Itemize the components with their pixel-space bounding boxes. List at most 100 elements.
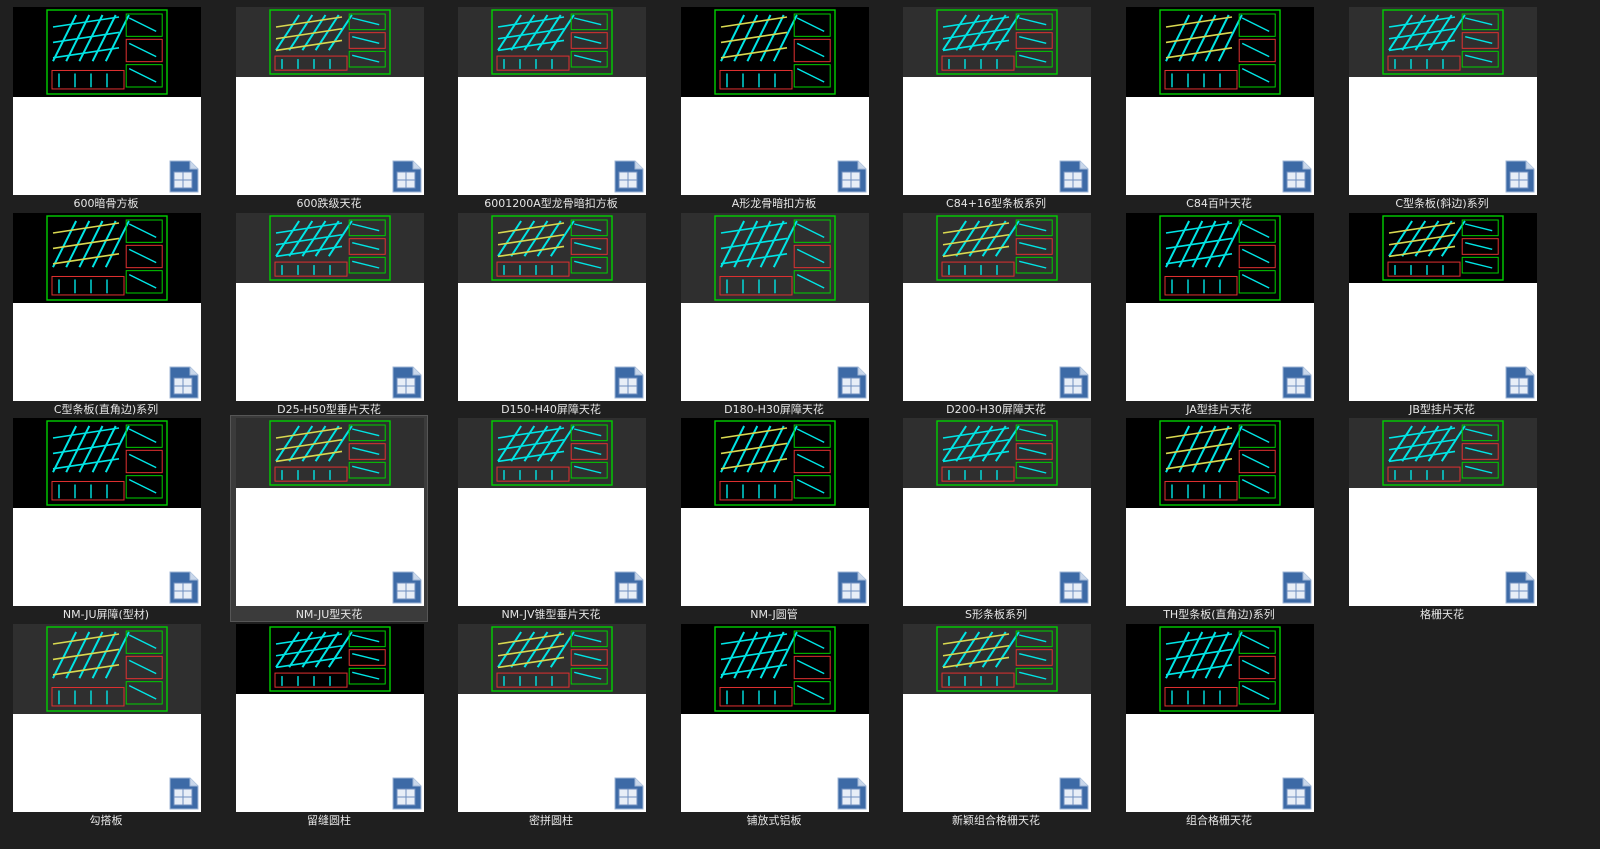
file-thumbnail <box>903 7 1091 195</box>
file-tile[interactable]: JB型挂片天花 <box>1344 211 1540 416</box>
file-tile[interactable]: C84百叶天花 <box>1121 5 1317 210</box>
file-thumbnail <box>236 624 424 812</box>
cad-drawing-preview <box>1126 624 1314 714</box>
cad-drawing-preview <box>1126 418 1314 508</box>
file-tile[interactable]: 组合格栅天花 <box>1121 622 1317 827</box>
cad-drawing-preview <box>458 624 646 694</box>
file-tile[interactable]: TH型条板(直角边)系列 <box>1121 416 1317 621</box>
file-tile[interactable]: NM-JU屏障(型材) <box>8 416 204 621</box>
file-tile[interactable]: D150-H40屏障天花 <box>453 211 649 416</box>
dwg-document-icon <box>837 571 867 604</box>
file-tile[interactable]: S形条板系列 <box>898 416 1094 621</box>
dwg-document-icon <box>1505 571 1535 604</box>
file-tile[interactable]: C型条板(直角边)系列 <box>8 211 204 416</box>
file-thumbnail <box>1349 7 1537 195</box>
file-thumbnail <box>681 418 869 606</box>
dwg-document-icon <box>392 160 422 193</box>
file-thumbnail <box>13 624 201 812</box>
cad-drawing-preview <box>903 7 1091 77</box>
cad-drawing-preview <box>903 418 1091 488</box>
cad-drawing-preview <box>1126 213 1314 303</box>
file-name-label: NM-J圆管 <box>750 608 798 621</box>
file-thumbnail <box>458 418 646 606</box>
file-thumbnail <box>903 624 1091 812</box>
file-name-label: 组合格栅天花 <box>1186 814 1252 827</box>
file-name-label: 勾搭板 <box>89 814 123 827</box>
dwg-document-icon <box>392 571 422 604</box>
dwg-document-icon <box>392 366 422 399</box>
file-tile[interactable]: 600跌级天花 <box>231 5 427 210</box>
file-name-label: 新颖组合格栅天花 <box>952 814 1040 827</box>
dwg-document-icon <box>169 366 199 399</box>
file-thumbnail <box>681 7 869 195</box>
file-name-label: C型条板(斜边)系列 <box>1395 197 1489 210</box>
dwg-document-icon <box>614 777 644 810</box>
cad-drawing-preview <box>458 213 646 283</box>
file-name-label: D180-H30屏障天花 <box>724 403 824 416</box>
file-tile[interactable]: C84+16型条板系列 <box>898 5 1094 210</box>
dwg-document-icon <box>1282 366 1312 399</box>
file-name-label: C84百叶天花 <box>1186 197 1252 210</box>
cad-drawing-preview <box>903 213 1091 283</box>
file-tile[interactable]: D25-H50型垂片天花 <box>231 211 427 416</box>
cad-drawing-preview <box>1349 7 1537 77</box>
dwg-document-icon <box>1059 571 1089 604</box>
file-thumbnail <box>458 7 646 195</box>
cad-drawing-preview <box>13 624 201 714</box>
dwg-document-icon <box>614 571 644 604</box>
cad-drawing-preview <box>13 7 201 97</box>
file-tile[interactable]: D200-H30屏障天花 <box>898 211 1094 416</box>
file-name-label: JA型挂片天花 <box>1186 403 1252 416</box>
cad-drawing-preview <box>236 624 424 694</box>
file-tile[interactable]: 勾搭板 <box>8 622 204 827</box>
file-tile[interactable]: D180-H30屏障天花 <box>676 211 872 416</box>
dwg-document-icon <box>837 366 867 399</box>
cad-drawing-preview <box>236 7 424 77</box>
file-tile[interactable]: 密拼圆柱 <box>453 622 649 827</box>
file-name-label: NM-JV锥型垂片天花 <box>501 608 601 621</box>
dwg-document-icon <box>614 160 644 193</box>
file-name-label: D25-H50型垂片天花 <box>277 403 381 416</box>
file-tile[interactable]: NM-JV锥型垂片天花 <box>453 416 649 621</box>
file-thumbnail <box>13 418 201 606</box>
file-name-label: NM-JU屏障(型材) <box>62 608 150 621</box>
file-name-label: C型条板(直角边)系列 <box>53 403 159 416</box>
file-thumbnail <box>13 7 201 195</box>
file-name-label: 密拼圆柱 <box>529 814 573 827</box>
file-tile[interactable]: 600暗骨方板 <box>8 5 204 210</box>
file-tile[interactable]: 新颖组合格栅天花 <box>898 622 1094 827</box>
file-thumbnail-grid: 600暗骨方板 600跌级天花 6001200A型龙骨暗扣方板 A形龙骨暗扣方板 C84… <box>0 0 1600 849</box>
file-thumbnail <box>236 418 424 606</box>
file-tile[interactable]: A形龙骨暗扣方板 <box>676 5 872 210</box>
dwg-document-icon <box>392 777 422 810</box>
file-thumbnail <box>1126 7 1314 195</box>
file-tile[interactable]: JA型挂片天花 <box>1121 211 1317 416</box>
file-name-label: 格栅天花 <box>1420 608 1464 621</box>
file-tile[interactable]: 铺放式铝板 <box>676 622 872 827</box>
file-name-label: 600跌级天花 <box>296 197 362 210</box>
cad-drawing-preview <box>681 624 869 714</box>
cad-drawing-preview <box>1126 7 1314 97</box>
file-tile[interactable]: NM-JU型天花 <box>230 415 428 622</box>
dwg-document-icon <box>1505 160 1535 193</box>
file-thumbnail <box>1349 213 1537 401</box>
cad-drawing-preview <box>1349 213 1537 283</box>
cad-drawing-preview <box>903 624 1091 694</box>
file-name-label: TH型条板(直角边)系列 <box>1163 608 1275 621</box>
file-tile[interactable]: C型条板(斜边)系列 <box>1344 5 1540 210</box>
file-name-label: JB型挂片天花 <box>1409 403 1475 416</box>
file-name-label: A形龙骨暗扣方板 <box>731 197 817 210</box>
cad-drawing-preview <box>13 418 201 508</box>
file-tile[interactable]: 留缝圆柱 <box>231 622 427 827</box>
dwg-document-icon <box>169 571 199 604</box>
dwg-document-icon <box>169 160 199 193</box>
file-tile[interactable]: 格栅天花 <box>1344 416 1540 621</box>
file-thumbnail <box>903 418 1091 606</box>
cad-drawing-preview <box>681 7 869 97</box>
file-tile[interactable]: 6001200A型龙骨暗扣方板 <box>453 5 649 210</box>
cad-drawing-preview <box>236 213 424 283</box>
file-thumbnail <box>903 213 1091 401</box>
file-thumbnail <box>1126 418 1314 606</box>
file-tile[interactable]: NM-J圆管 <box>676 416 872 621</box>
dwg-document-icon <box>837 777 867 810</box>
